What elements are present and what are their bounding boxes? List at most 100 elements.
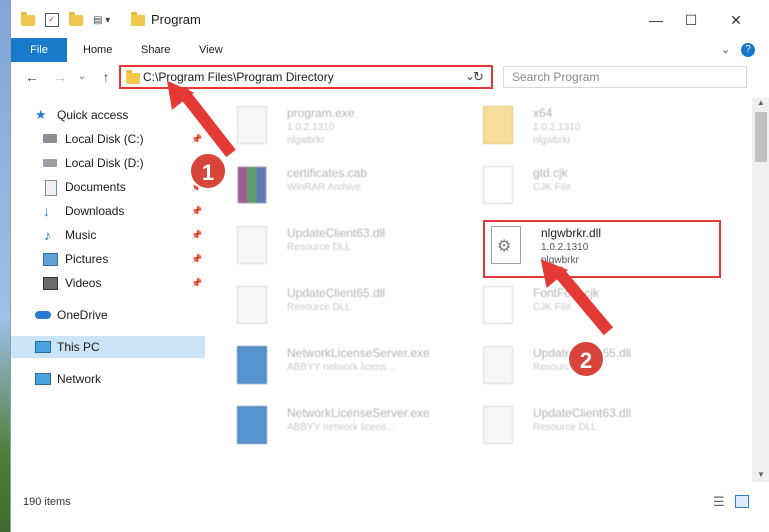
- file-name: x64: [533, 106, 553, 120]
- file-name: NetworkLicenseServer.exe: [287, 346, 430, 360]
- sidebar-item-label: Quick access: [57, 108, 129, 122]
- quick-access-toolbar: ✓ ▤ ▾: [21, 10, 110, 30]
- file-item[interactable]: UpdateClient65.dll Resource DLL: [237, 282, 467, 332]
- window-title: Program: [151, 12, 201, 27]
- title-bar: ✓ ▤ ▾ Program — ☐ ✕: [11, 0, 769, 40]
- pin-icon: 📌: [191, 253, 203, 264]
- large-icons-view-icon[interactable]: [735, 495, 749, 508]
- recent-locations-button[interactable]: ⌄: [73, 68, 91, 86]
- explorer-window: ✓ ▤ ▾ Program — ☐ ✕ File Home Share View…: [10, 0, 769, 532]
- videos-icon: [43, 277, 58, 290]
- folder-icon[interactable]: [21, 11, 35, 26]
- dll-file-icon: [483, 406, 513, 444]
- file-item[interactable]: NetworkLicenseServer.exe ABBYY network l…: [237, 342, 467, 392]
- sidebar-item-label: Local Disk (C:): [65, 132, 144, 146]
- minimize-button[interactable]: —: [641, 8, 671, 32]
- archive-file-icon: [237, 166, 267, 204]
- dll-file-icon: [483, 346, 513, 384]
- music-icon: ♪: [44, 227, 51, 243]
- address-folder-icon: [126, 70, 140, 84]
- ribbon-expand-icon[interactable]: ⌄: [711, 38, 740, 62]
- exe-file-icon: [237, 346, 267, 384]
- help-icon[interactable]: ?: [741, 43, 755, 57]
- status-bar: 190 items ☰: [11, 490, 769, 514]
- customize-toolbar-icon[interactable]: ▤ ▾: [93, 15, 110, 26]
- file-detail: 1.0.2.1310: [533, 122, 581, 133]
- sidebar-item-network[interactable]: Network: [11, 368, 205, 390]
- navigation-bar: ← → ⌄ ↑ C:\Program Files\Program Directo…: [11, 62, 769, 92]
- details-view-icon[interactable]: ☰: [713, 494, 725, 510]
- window-folder-icon: [131, 12, 145, 26]
- file-detail: Resource DLL: [287, 242, 351, 253]
- sidebar-item-label: Videos: [65, 276, 102, 290]
- tab-home[interactable]: Home: [73, 38, 122, 62]
- sidebar-item-this-pc[interactable]: This PC: [11, 336, 205, 358]
- sidebar-item-downloads[interactable]: ↓ Downloads 📌: [11, 200, 205, 222]
- sidebar-item-label: Pictures: [65, 252, 109, 266]
- sidebar-item-quick-access[interactable]: ★ Quick access: [11, 104, 205, 126]
- dll-file-icon: [237, 286, 267, 324]
- refresh-button[interactable]: ↻: [473, 69, 484, 85]
- maximize-button[interactable]: ☐: [676, 8, 706, 32]
- file-detail: Resource DLL: [287, 302, 351, 313]
- new-folder-icon[interactable]: [69, 11, 83, 26]
- file-name: program.exe: [287, 106, 355, 120]
- drive-icon: [43, 134, 57, 143]
- sidebar-item-music[interactable]: ♪ Music 📌: [11, 224, 205, 246]
- sidebar-item-pictures[interactable]: Pictures 📌: [11, 248, 205, 270]
- pin-icon: 📌: [191, 133, 203, 144]
- file-item[interactable]: x64 1.0.2.1310 nlgwbrkr: [483, 102, 713, 152]
- item-count: 190 items: [23, 496, 71, 508]
- file-item[interactable]: gtd.cjk CJK File: [483, 162, 713, 212]
- sidebar-item-label: Local Disk (D:): [65, 156, 144, 170]
- file-name: UpdateClient65.dll: [287, 286, 386, 300]
- file-detail: ABBYY network licens...: [287, 362, 395, 373]
- close-button[interactable]: ✕: [721, 8, 751, 32]
- scroll-up-icon[interactable]: ▲: [757, 98, 765, 107]
- scroll-down-icon[interactable]: ▼: [757, 470, 765, 479]
- scrollbar-thumb[interactable]: [755, 112, 767, 162]
- file-list: program.exe 1.0.2.1310 nlgwbrkr x64 1.0.…: [207, 98, 755, 478]
- sidebar-item-local-disk-d[interactable]: Local Disk (D:) 📌: [11, 152, 205, 174]
- tab-view[interactable]: View: [189, 38, 233, 62]
- sidebar-item-label: Music: [65, 228, 97, 242]
- file-name: NetworkLicenseServer.exe: [287, 406, 430, 420]
- sidebar-item-documents[interactable]: Documents 📌: [11, 176, 205, 198]
- file-detail: nlgwbrkr: [533, 135, 571, 146]
- search-input[interactable]: Search Program: [503, 66, 747, 88]
- file-name: certificates.cab: [287, 166, 368, 180]
- file-detail: WinRAR Archive: [287, 182, 361, 193]
- sidebar-item-label: Documents: [65, 180, 126, 194]
- tab-share[interactable]: Share: [131, 38, 180, 62]
- generic-file-icon: [483, 286, 513, 324]
- file-item[interactable]: program.exe 1.0.2.1310 nlgwbrkr: [237, 102, 467, 152]
- back-button[interactable]: ←: [23, 68, 41, 86]
- sidebar-item-local-disk-c[interactable]: Local Disk (C:) 📌: [11, 128, 205, 150]
- cloud-icon: [35, 311, 51, 319]
- search-placeholder: Search Program: [512, 70, 600, 84]
- file-item[interactable]: UpdateClient63.dll Resource DLL: [237, 222, 467, 272]
- step-badge-1: 1: [189, 152, 227, 190]
- sidebar-item-videos[interactable]: Videos 📌: [11, 272, 205, 294]
- pin-icon: 📌: [191, 205, 203, 216]
- file-detail: ABBYY network licens...: [287, 422, 395, 433]
- file-detail: Resource DLL: [533, 422, 597, 433]
- step-badge-2: 2: [567, 340, 605, 378]
- pin-icon: 📌: [191, 229, 203, 240]
- file-name: UpdateClient63.dll: [287, 226, 386, 240]
- vertical-scrollbar[interactable]: ▲ ▼: [752, 98, 769, 482]
- ribbon: File Home Share View ⌄ ?: [11, 38, 769, 88]
- star-icon: ★: [35, 107, 47, 122]
- file-item[interactable]: NetworkLicenseServer.exe ABBYY network l…: [237, 402, 467, 452]
- file-item[interactable]: certificates.cab WinRAR Archive: [237, 162, 467, 212]
- file-item[interactable]: UpdateClient63.dll Resource DLL: [483, 402, 713, 452]
- up-button[interactable]: ↑: [97, 68, 115, 86]
- file-detail: CJK File: [533, 302, 571, 313]
- sidebar-item-onedrive[interactable]: OneDrive: [11, 304, 205, 326]
- computer-icon: [35, 341, 51, 353]
- documents-icon: [45, 180, 57, 196]
- forward-button[interactable]: →: [51, 68, 69, 86]
- pin-icon: 📌: [191, 277, 203, 288]
- file-name: gtd.cjk: [533, 166, 568, 180]
- properties-icon[interactable]: ✓: [45, 13, 59, 27]
